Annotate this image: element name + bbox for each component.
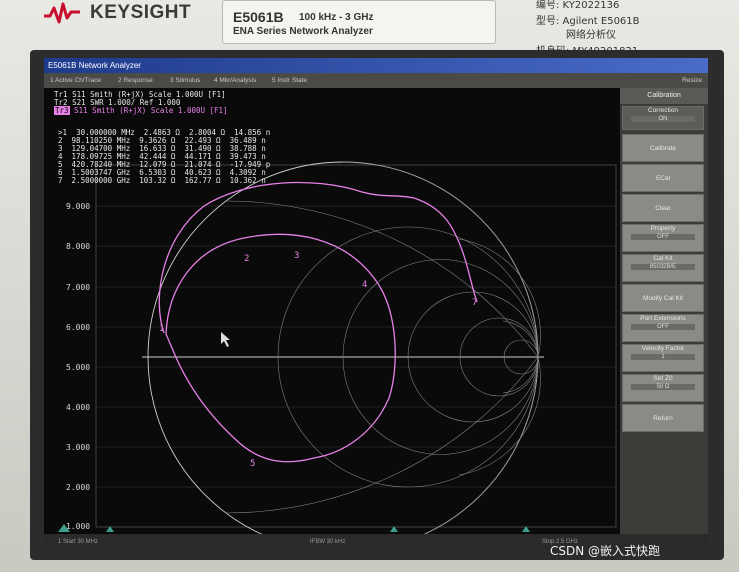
marker-1-label: 1 (159, 324, 164, 334)
marker-4-label: 4 (362, 280, 367, 290)
softkey-ecal[interactable]: ECal (622, 164, 704, 192)
softkey-panel: Calibration Correction ON Calibrate ECal … (620, 88, 708, 534)
softkey-port-extensions[interactable]: Port Extensions OFF (622, 314, 704, 342)
y-tick-9: 9.000 (66, 202, 91, 211)
y-tick-6: 6.000 (66, 323, 91, 332)
softkey-property[interactable]: Property OFF (622, 224, 704, 252)
ifbw-value[interactable]: IFBW 30 kHz (310, 534, 345, 550)
menu-active-ch[interactable]: 1 Active Ch/Trace (50, 73, 101, 88)
y-tick-5: 5.000 (66, 363, 91, 372)
watermark: CSDN @嵌入式快跑 (550, 544, 661, 558)
softkey-calibrate[interactable]: Calibrate (622, 134, 704, 162)
marker-row-7: 7 2.5000000 GHz 103.32 Ω 162.77 Ω 10.362… (58, 176, 266, 185)
softkey-modify-cal-kit[interactable]: Modify Cal Kit (622, 284, 704, 312)
y-tick-4: 4.000 (66, 403, 91, 412)
asset-type: 型号: Agilent E5061B (536, 16, 640, 27)
y-tick-7: 7.000 (66, 283, 91, 292)
s11-trace-upper (158, 181, 478, 334)
mouse-cursor-icon (221, 332, 230, 347)
marker-3-label: 3 (294, 251, 299, 261)
y-tick-1: 1.000 (66, 522, 91, 531)
window-title: E5061B Network Analyzer (44, 58, 708, 73)
trace-3-info[interactable]: Tr3 S11 Smith (R+jX) Scale 1.000U [F1] (54, 106, 228, 115)
softkey-title: Calibration (620, 88, 708, 104)
asset-serial: 编号: KY2022136 (536, 0, 620, 11)
smith-grid (142, 161, 544, 534)
brand-name: KEYSIGHT (90, 2, 192, 23)
marker-2-label: 2 (244, 254, 249, 264)
softkey-set-z0[interactable]: Set Z0 50 Ω (622, 374, 704, 402)
analyzer-screen: E5061B Network Analyzer 1 Active Ch/Trac… (44, 58, 708, 550)
menu-stimulus[interactable]: 3 Stimulus (170, 73, 200, 88)
resize-button[interactable]: Resize (682, 73, 702, 88)
smith-reactance-arcs (225, 161, 541, 534)
trace-marker-labels: 1 2 3 4 5 7 (159, 251, 477, 469)
softkey-correction[interactable]: Correction ON (622, 106, 704, 130)
menu-mkr-analysis[interactable]: 4 Mkr/Analysis (214, 73, 256, 88)
smith-chart-plot[interactable]: 1 2 3 4 5 7 Tr1 S11 Smith (R+jX) Scale 1… (44, 88, 620, 534)
asset-type-desc: 网络分析仪 (566, 30, 616, 41)
bottom-triangle-markers (58, 524, 530, 532)
series-name: ENA Series Network Analyzer (233, 26, 373, 37)
s11-trace-loop (165, 233, 396, 463)
softkey-clear[interactable]: Clear (622, 194, 704, 222)
softkey-cal-kit[interactable]: Cal Kit 85032B/E (622, 254, 704, 282)
model-plate: E5061B 100 kHz - 3 GHz ENA Series Networ… (222, 0, 496, 44)
y-tick-3: 3.000 (66, 443, 91, 452)
menu-response[interactable]: 2 Response (118, 73, 153, 88)
marker-7-label: 7 (472, 298, 477, 308)
softkey-return[interactable]: Return (622, 404, 704, 432)
keysight-logo-icon (44, 2, 80, 24)
y-tick-8: 8.000 (66, 242, 91, 251)
frequency-range: 100 kHz - 3 GHz (299, 12, 374, 23)
softkey-velocity-factor[interactable]: Velocity Factor 1 (622, 344, 704, 372)
y-tick-2: 2.000 (66, 483, 91, 492)
model-number: E5061B (233, 9, 284, 25)
start-frequency[interactable]: 1 Start 30 MHz (58, 534, 98, 550)
menu-instr-state[interactable]: 5 Instr State (272, 73, 307, 88)
marker-5-label: 5 (250, 459, 255, 469)
marker-readout-table: >1 30.000000 MHz 2.4863 Ω 2.8004 Ω 14.85… (58, 129, 270, 185)
menu-bar: 1 Active Ch/Trace 2 Response 3 Stimulus … (44, 73, 708, 88)
